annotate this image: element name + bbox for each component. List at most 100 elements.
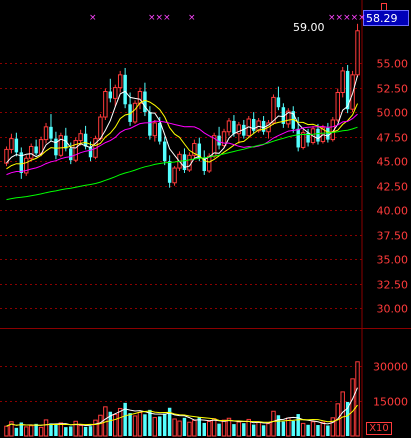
volume-bar <box>236 421 242 437</box>
price-tick-label: 52.50 <box>377 83 409 96</box>
volume-bar <box>276 415 281 436</box>
candle-body <box>108 91 113 99</box>
volume-bar <box>306 424 310 436</box>
volume-bar <box>93 419 98 437</box>
candle-body <box>78 133 83 142</box>
event-marker: × <box>188 13 196 23</box>
volume-bar <box>271 410 276 437</box>
volume-bar <box>300 422 306 437</box>
price-tick-label: 37.50 <box>377 230 409 243</box>
candle-body <box>117 74 123 89</box>
volume-bar <box>4 425 9 437</box>
volume-bar <box>24 426 29 437</box>
candle-body <box>113 87 118 99</box>
candle-body <box>187 154 192 171</box>
volume-bar <box>310 421 316 437</box>
volume-bar <box>128 413 132 436</box>
volume-tick-label: 15000 <box>373 396 408 409</box>
volume-bar <box>28 425 34 437</box>
candle-body <box>261 120 266 132</box>
candle-body <box>132 102 138 123</box>
candle-body <box>98 116 103 140</box>
candle-body <box>58 135 64 156</box>
volume-bar <box>350 378 355 437</box>
high-price-label: 59.00 <box>293 21 325 34</box>
volume-bar <box>251 424 256 436</box>
volume-bar <box>69 426 73 436</box>
candle-body <box>167 161 172 183</box>
price-tick-label: 45.00 <box>377 156 409 169</box>
candle-body <box>296 128 300 148</box>
volume-bar <box>152 417 158 437</box>
volume-bar <box>217 423 221 436</box>
volume-bar <box>43 419 49 437</box>
price-tick-label: 35.00 <box>377 254 409 267</box>
candle-body <box>69 148 73 161</box>
candle-body <box>276 97 281 108</box>
volume-bar <box>355 361 360 437</box>
volume-multiplier[interactable]: X10 <box>366 422 392 435</box>
volume-bar <box>49 423 53 436</box>
volume-bar <box>78 425 83 437</box>
candle-body <box>123 74 127 105</box>
volume-tick-label: 30000 <box>373 361 408 374</box>
volume-bar <box>202 422 206 436</box>
volume-bar <box>192 419 197 437</box>
volume-bar <box>73 420 78 437</box>
candle-body <box>326 127 330 140</box>
candle-body <box>172 167 177 184</box>
price-tick-label: 40.00 <box>377 205 409 218</box>
candlestick-chart: 55.00 52.50 50.00 47.50 45.00 42.50 40.00 37.50… <box>0 0 411 438</box>
current-price-box: 58.29 <box>363 10 409 26</box>
volume-bar <box>177 420 182 437</box>
candle-body <box>232 120 236 134</box>
candle-body <box>143 91 147 113</box>
price-tick-label: 50.00 <box>377 107 409 120</box>
volume-bar <box>211 418 217 437</box>
candle-body <box>226 120 232 133</box>
volume-bar <box>162 413 167 436</box>
candle-body <box>152 122 158 137</box>
volume-bar <box>320 421 326 437</box>
event-marker: ××× <box>148 13 171 23</box>
volume-bar <box>113 414 118 437</box>
grid-lines <box>0 0 411 438</box>
candle-body <box>34 146 38 154</box>
volume-bar <box>242 423 246 436</box>
candle-body <box>148 112 152 136</box>
volume-bar <box>261 425 266 436</box>
candle-body <box>335 92 340 121</box>
volume-bar <box>132 415 138 437</box>
volume-bar <box>54 424 58 436</box>
volume-bar <box>206 421 212 437</box>
candle-body <box>43 126 49 141</box>
volume-bar <box>14 427 19 436</box>
candle-body <box>49 126 53 139</box>
price-tick-label: 42.50 <box>377 181 409 194</box>
candle-body <box>158 122 162 142</box>
volume-bar <box>83 426 88 436</box>
volume-bar <box>256 421 261 437</box>
volume-bar <box>172 418 177 437</box>
volume-bar <box>266 423 271 437</box>
volume-bar <box>158 416 162 436</box>
candle-body <box>162 141 167 162</box>
volume-bar <box>137 411 143 437</box>
price-tick-label: 32.50 <box>377 279 409 292</box>
volume-bar <box>38 426 44 437</box>
volume-ma5-line <box>6 387 358 427</box>
volume-bar <box>64 427 68 436</box>
price-axis: 55.00 52.50 50.00 47.50 45.00 42.50 40.00 37.50… <box>373 58 408 409</box>
volume-bar <box>187 421 192 437</box>
candle-body <box>9 138 14 150</box>
event-marker: × <box>89 13 97 23</box>
volume-bar <box>117 407 123 437</box>
event-marker: ××××× <box>328 13 366 23</box>
candle-body <box>103 91 108 118</box>
candle-body <box>340 70 345 93</box>
volume-bar <box>221 419 227 437</box>
volume-bar <box>291 420 295 436</box>
price-candles <box>4 23 360 188</box>
price-tick-label: 47.50 <box>377 132 409 145</box>
volume-bar <box>98 414 103 437</box>
